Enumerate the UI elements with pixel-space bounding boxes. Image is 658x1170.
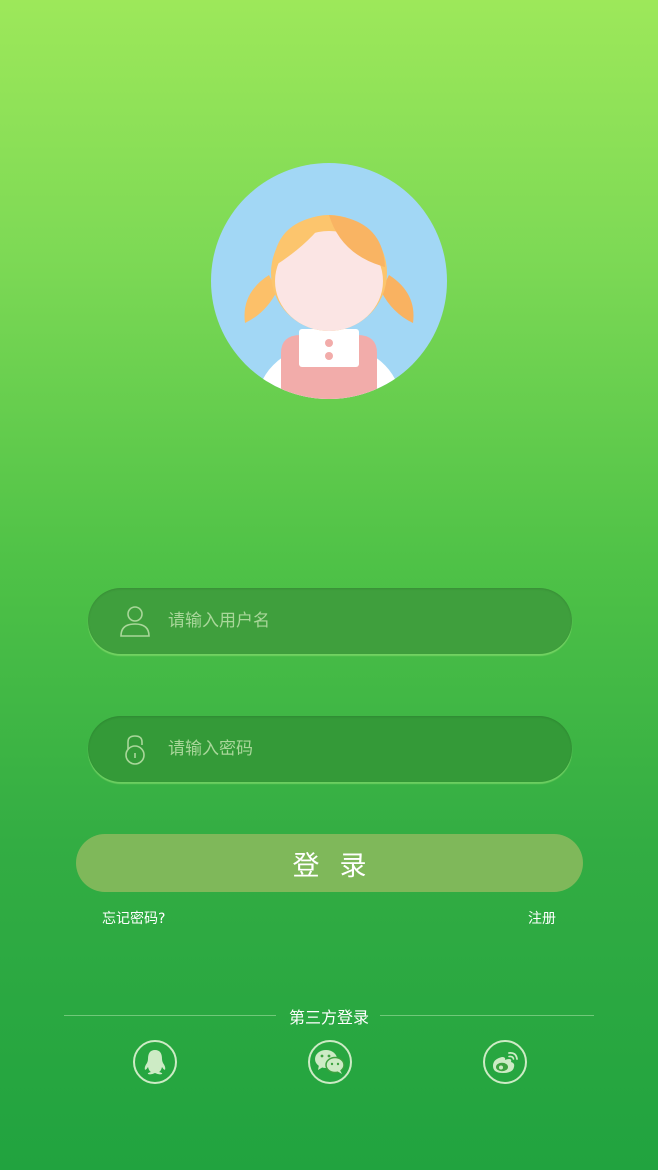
username-field [88, 588, 572, 654]
login-button[interactable]: 登录 [76, 834, 583, 892]
girl-avatar-icon [244, 215, 414, 399]
user-icon [120, 606, 150, 637]
qq-icon [144, 1050, 166, 1075]
divider-right [380, 1015, 594, 1016]
register-link[interactable]: 注册 [528, 908, 556, 928]
third-party-login-label: 第三方登录 [288, 1008, 369, 1027]
wechat-login-button[interactable] [308, 1040, 352, 1084]
qq-login-button[interactable] [133, 1040, 177, 1084]
wechat-icon [315, 1050, 345, 1074]
password-input[interactable] [168, 716, 548, 782]
password-field [88, 716, 572, 782]
divider-left [64, 1015, 276, 1016]
forgot-password-link[interactable]: 忘记密码? [102, 908, 165, 928]
avatar [211, 163, 447, 399]
weibo-icon [493, 1051, 518, 1073]
weibo-login-button[interactable] [483, 1040, 527, 1084]
username-input[interactable] [168, 588, 548, 654]
lock-icon [125, 735, 145, 765]
